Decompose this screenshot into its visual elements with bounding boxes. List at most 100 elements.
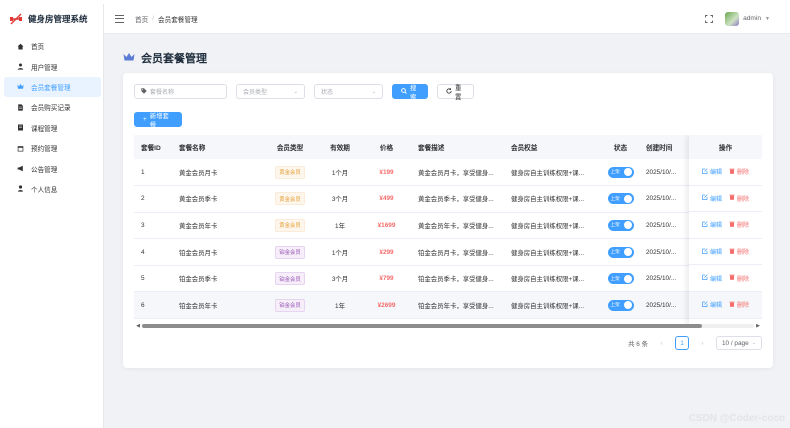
sidebar: 健身房管理系统 首页 用户管理 会员套餐管理 会员购买记录 课程管理 预约管理 公告管理 个人… bbox=[0, 4, 104, 428]
cell-benefits: 健身房自主训练权限+课... bbox=[504, 265, 602, 293]
page-size-select[interactable]: 10 / page ⌄ bbox=[716, 336, 762, 350]
edit-label: 编辑 bbox=[709, 196, 722, 203]
reset-button-label: 重置 bbox=[455, 84, 462, 101]
tag-icon bbox=[141, 87, 147, 96]
delete-button[interactable]: 删除 bbox=[729, 300, 749, 309]
edit-button[interactable]: 编辑 bbox=[702, 247, 722, 256]
cell-type: 黄金会员 bbox=[262, 159, 318, 187]
package-name-input[interactable]: 套餐名称 bbox=[134, 84, 227, 99]
home-icon bbox=[17, 43, 24, 50]
table-row: 6 铂金会员年卡 铂金会员 1年 ¥2699 铂金会员年卡，享受健身... 健身房自主训练权… bbox=[134, 291, 762, 320]
sidebar-item-5[interactable]: 预约管理 bbox=[4, 138, 101, 158]
chevron-down-icon: ⌄ bbox=[371, 88, 376, 95]
status-toggle[interactable]: 上架 bbox=[607, 299, 634, 311]
avatar[interactable] bbox=[725, 11, 740, 26]
sidebar-item-6[interactable]: 公告管理 bbox=[4, 158, 101, 178]
edit-icon bbox=[702, 194, 708, 202]
status-toggle-label: 上架 bbox=[610, 302, 620, 308]
member-type-tag: 铂金会员 bbox=[275, 245, 305, 259]
delete-button[interactable]: 删除 bbox=[729, 167, 749, 176]
sidebar-item-3[interactable]: 会员购买记录 bbox=[4, 97, 101, 117]
sidebar-item-label: 预约管理 bbox=[31, 146, 58, 154]
cell-id: 4 bbox=[134, 238, 172, 266]
sidebar-item-4[interactable]: 课程管理 bbox=[4, 118, 101, 138]
cell-period: 3个月 bbox=[318, 265, 362, 293]
scroll-right-icon[interactable]: ▶ bbox=[754, 323, 762, 329]
book-icon bbox=[17, 124, 24, 131]
column-header-name: 套餐名称 bbox=[172, 135, 262, 159]
page-title: 会员套餐管理 bbox=[123, 50, 207, 66]
cell-created: 2025/10/... bbox=[639, 185, 689, 213]
prev-page-icon[interactable]: ‹ bbox=[655, 336, 668, 350]
member-type-select[interactable]: 会员类型 ⌄ bbox=[236, 84, 305, 99]
sidebar-item-0[interactable]: 首页 bbox=[4, 36, 101, 56]
delete-button[interactable]: 删除 bbox=[729, 194, 749, 203]
cell-price: ¥799 bbox=[362, 265, 411, 293]
breadcrumb-home[interactable]: 首页 bbox=[135, 14, 148, 24]
cell-status: 上架 bbox=[602, 291, 639, 320]
sidebar-item-label: 会员套餐管理 bbox=[31, 84, 71, 92]
actions-cell: 编辑 删除 bbox=[689, 159, 762, 186]
cell-created: 2025/10/... bbox=[639, 212, 689, 240]
cell-period: 3个月 bbox=[318, 185, 362, 213]
sidebar-item-7[interactable]: 个人信息 bbox=[4, 179, 101, 199]
edit-button[interactable]: 编辑 bbox=[702, 274, 722, 283]
search-button[interactable]: 搜索 bbox=[392, 84, 428, 101]
status-toggle[interactable]: 上架 bbox=[607, 273, 634, 285]
price-value: ¥1699 bbox=[377, 221, 396, 229]
chevron-down-icon: ⌄ bbox=[751, 340, 756, 346]
fullscreen-icon[interactable] bbox=[705, 14, 714, 23]
cell-id: 1 bbox=[134, 159, 172, 187]
status-toggle-label: 上架 bbox=[610, 249, 620, 255]
sidebar-item-1[interactable]: 用户管理 bbox=[4, 56, 101, 76]
edit-button[interactable]: 编辑 bbox=[702, 194, 722, 203]
trash-icon bbox=[729, 274, 735, 282]
trash-icon bbox=[729, 221, 735, 229]
edit-label: 编辑 bbox=[709, 303, 722, 310]
scrollbar-track[interactable] bbox=[142, 323, 754, 328]
status-toggle[interactable]: 上架 bbox=[607, 193, 634, 205]
chevron-down-icon: ⌄ bbox=[293, 88, 298, 95]
cell-description: 黄金会员年卡，享受健身... bbox=[411, 212, 504, 240]
user-icon bbox=[17, 63, 24, 70]
add-package-button[interactable]: + 新增套餐 bbox=[134, 112, 182, 129]
cell-name: 铂金会员月卡 bbox=[172, 238, 262, 266]
next-page-icon[interactable]: › bbox=[696, 336, 709, 350]
status-toggle[interactable]: 上架 bbox=[607, 246, 634, 258]
cell-type: 黄金会员 bbox=[262, 212, 318, 240]
username[interactable]: admin bbox=[743, 15, 761, 22]
package-name-placeholder: 套餐名称 bbox=[150, 90, 175, 96]
status-toggle[interactable]: 上架 bbox=[607, 219, 634, 231]
cell-status: 上架 bbox=[602, 212, 639, 240]
cell-price: ¥199 bbox=[362, 159, 411, 187]
delete-button[interactable]: 删除 bbox=[729, 220, 749, 229]
scroll-left-icon[interactable]: ◀ bbox=[134, 323, 142, 329]
edit-icon bbox=[702, 221, 708, 229]
edit-button[interactable]: 编辑 bbox=[702, 167, 722, 176]
delete-button[interactable]: 删除 bbox=[729, 247, 749, 256]
user-menu[interactable]: admin ▼ bbox=[725, 11, 770, 26]
edit-button[interactable]: 编辑 bbox=[702, 220, 722, 229]
pagination-total: 共 6 条 bbox=[628, 340, 648, 348]
reset-button[interactable]: 重置 bbox=[437, 84, 474, 101]
column-header-period: 有效期 bbox=[318, 135, 362, 159]
scrollbar-thumb[interactable] bbox=[142, 323, 702, 328]
sidebar-menu: 首页 用户管理会员套餐管理会员购买记录课程管理预约管理公告管理 个人信息 bbox=[0, 36, 103, 199]
sidebar-item-label: 课程管理 bbox=[31, 125, 58, 133]
pagination: 共 6 条 ‹ 1 › 10 / page ⌄ bbox=[628, 336, 762, 350]
page-number-current[interactable]: 1 bbox=[675, 336, 689, 350]
edit-button[interactable]: 编辑 bbox=[702, 300, 722, 309]
sidebar-item-2[interactable]: 会员套餐管理 bbox=[4, 76, 101, 98]
crown-icon bbox=[123, 52, 135, 65]
trash-icon bbox=[729, 248, 735, 256]
cell-description: 铂金会员季卡，享受健身... bbox=[411, 265, 504, 293]
column-header-price: 价格 bbox=[362, 135, 411, 159]
delete-button[interactable]: 删除 bbox=[729, 274, 749, 283]
menu-toggle-icon[interactable] bbox=[115, 14, 124, 23]
cell-status: 上架 bbox=[602, 185, 639, 213]
column-header-description: 套餐描述 bbox=[411, 135, 504, 159]
status-toggle[interactable]: 上架 bbox=[607, 166, 634, 178]
cell-description: 铂金会员月卡，享受健身... bbox=[411, 238, 504, 266]
horizontal-scrollbar[interactable]: ◀ ▶ bbox=[134, 322, 762, 329]
status-select[interactable]: 状态 ⌄ bbox=[314, 84, 383, 99]
